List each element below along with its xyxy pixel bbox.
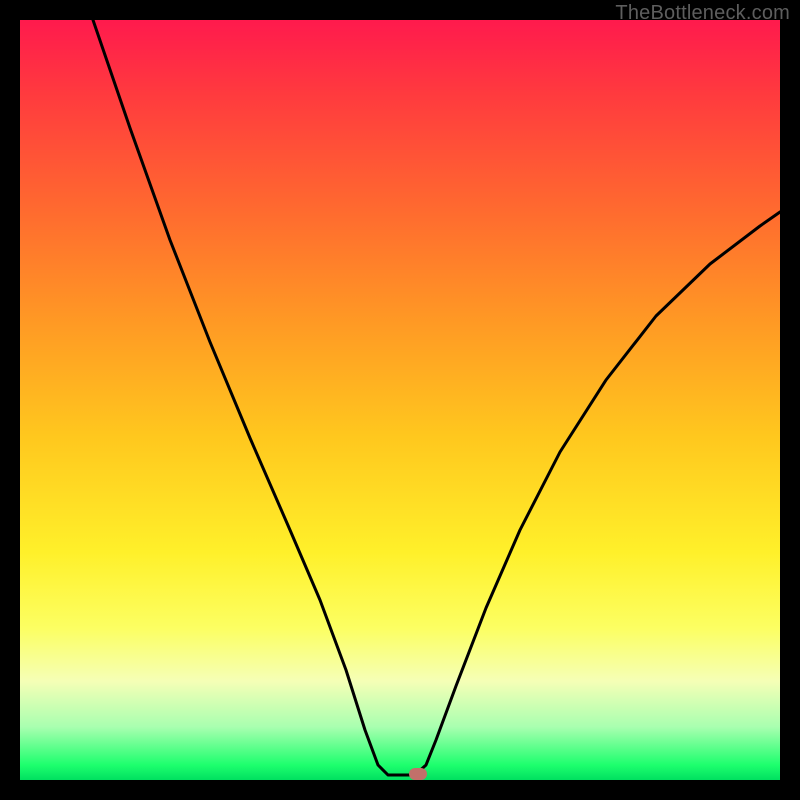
minimum-marker (409, 768, 427, 780)
curve-svg (20, 20, 780, 780)
curve-path (93, 20, 780, 775)
chart-frame: TheBottleneck.com (0, 0, 800, 800)
plot-area (20, 20, 780, 780)
